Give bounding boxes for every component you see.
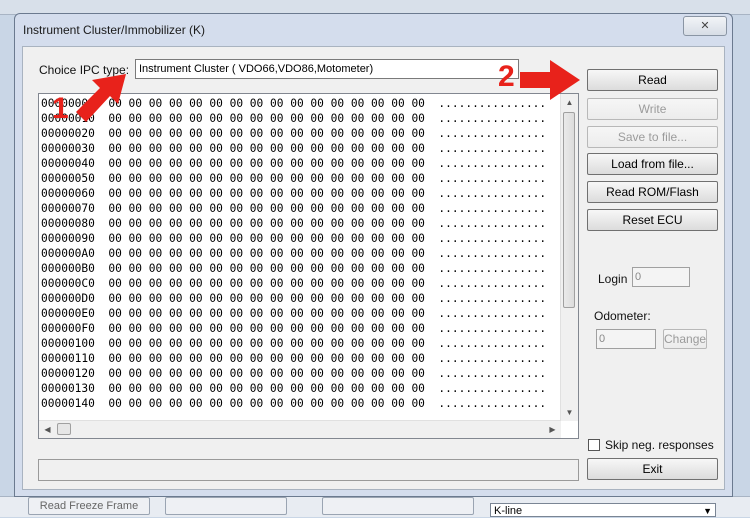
horizontal-scrollbar[interactable]: ◀ ▶ [39,420,561,438]
background-button[interactable] [322,497,474,515]
annotation-arrow-1-icon [76,74,126,122]
hex-row: 00000030 00 00 00 00 00 00 00 00 00 00 0… [41,142,547,155]
close-button[interactable]: ✕ [683,16,727,36]
hex-row: 00000120 00 00 00 00 00 00 00 00 00 00 0… [41,367,547,380]
write-button[interactable]: Write [587,98,718,120]
hex-row: 000000C0 00 00 00 00 00 00 00 00 00 00 0… [41,277,547,290]
background-button[interactable] [165,497,287,515]
hex-row: 00000050 00 00 00 00 00 00 00 00 00 00 0… [41,172,547,185]
hex-row: 00000090 00 00 00 00 00 00 00 00 00 00 0… [41,232,547,245]
close-icon: ✕ [700,20,710,32]
hex-row: 00000070 00 00 00 00 00 00 00 00 00 00 0… [41,202,547,215]
hex-row: 000000D0 00 00 00 00 00 00 00 00 00 00 0… [41,292,547,305]
scroll-thumb[interactable] [563,112,575,308]
hex-row: 00000140 00 00 00 00 00 00 00 00 00 00 0… [41,397,547,410]
hex-row: 00000040 00 00 00 00 00 00 00 00 00 00 0… [41,157,547,170]
background-kline-select[interactable]: K-line ▼ [490,503,716,517]
hex-row: 00000060 00 00 00 00 00 00 00 00 00 00 0… [41,187,547,200]
login-label: Login [598,272,628,286]
read-button[interactable]: Read [587,69,718,91]
title-bar: Instrument Cluster/Immobilizer (K) ✕ [15,14,732,46]
hex-row: 00000020 00 00 00 00 00 00 00 00 00 00 0… [41,127,547,140]
hex-row: 00000130 00 00 00 00 00 00 00 00 00 00 0… [41,382,547,395]
hex-row: 00000100 00 00 00 00 00 00 00 00 00 00 0… [41,337,547,350]
status-bar [38,459,579,481]
reset-ecu-button[interactable]: Reset ECU [587,209,718,231]
hex-row: 00000080 00 00 00 00 00 00 00 00 00 00 0… [41,217,547,230]
skip-neg-responses-label: Skip neg. responses [605,438,714,452]
hex-dump-lines: 00000000 00 00 00 00 00 00 00 00 00 00 0… [41,96,546,411]
scroll-down-icon[interactable]: ▼ [561,404,578,421]
hex-row: 000000E0 00 00 00 00 00 00 00 00 00 00 0… [41,307,547,320]
read-rom-flash-button[interactable]: Read ROM/Flash [587,181,718,203]
ipc-type-select[interactable]: Instrument Cluster ( VDO66,VDO86,Motomet… [135,59,519,79]
scroll-right-icon[interactable]: ▶ [544,421,561,438]
scroll-thumb-horizontal[interactable] [57,423,71,435]
login-field[interactable]: 0 [632,267,690,287]
hex-row: 00000110 00 00 00 00 00 00 00 00 00 00 0… [41,352,547,365]
annotation-number-2: 2 [498,60,515,93]
hex-dump-view[interactable]: 00000000 00 00 00 00 00 00 00 00 00 00 0… [38,93,579,439]
save-to-file-button[interactable]: Save to file... [587,126,718,148]
odometer-label: Odometer: [594,309,651,323]
scroll-left-icon[interactable]: ◀ [39,421,56,438]
hex-row: 000000F0 00 00 00 00 00 00 00 00 00 00 0… [41,322,547,335]
odometer-field[interactable]: 0 [596,329,656,349]
skip-neg-responses-checkbox[interactable] [588,439,600,451]
hex-row: 000000A0 00 00 00 00 00 00 00 00 00 00 0… [41,247,547,260]
kline-select-value: K-line [494,505,523,517]
hex-row: 000000B0 00 00 00 00 00 00 00 00 00 00 0… [41,262,547,275]
vertical-scrollbar[interactable]: ▲ ▼ [560,94,578,421]
background-read-freeze-frame-button[interactable]: Read Freeze Frame [28,497,150,515]
annotation-number-1: 1 [52,92,69,125]
annotation-arrow-2-icon [520,60,580,100]
exit-button[interactable]: Exit [587,458,718,480]
window-title: Instrument Cluster/Immobilizer (K) [23,23,206,37]
load-from-file-button[interactable]: Load from file... [587,153,718,175]
change-button[interactable]: Change [663,329,707,349]
